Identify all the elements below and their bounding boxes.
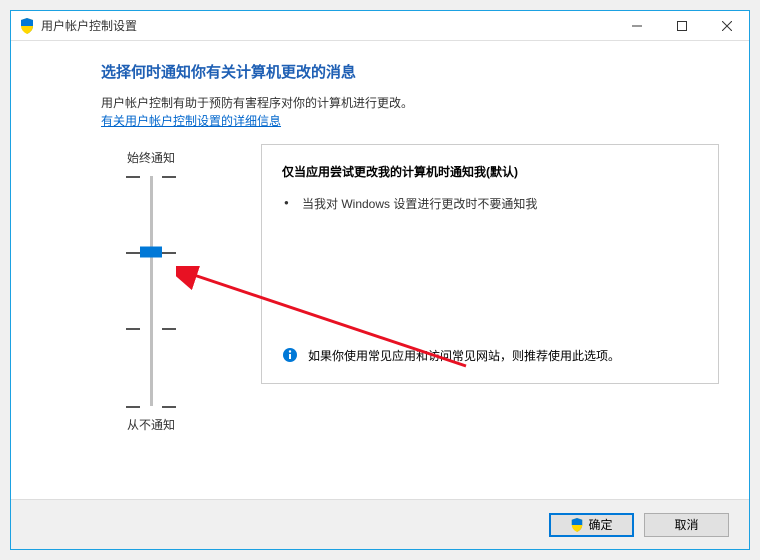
footer: 确定 取消: [11, 499, 749, 549]
minimize-button[interactable]: [614, 11, 659, 41]
slider-label-never: 从不通知: [127, 416, 175, 433]
slider-thumb[interactable]: [140, 246, 162, 257]
slider-column: 始终通知 从不通知: [101, 144, 201, 438]
maximize-button[interactable]: [659, 11, 704, 41]
detail-list: 当我对 Windows 设置进行更改时不要通知我: [282, 195, 698, 214]
detail-title: 仅当应用尝试更改我的计算机时通知我(默认): [282, 163, 698, 180]
slider-tick: [126, 328, 176, 330]
detail-panel: 仅当应用尝试更改我的计算机时通知我(默认) 当我对 Windows 设置进行更改…: [261, 144, 719, 384]
shield-icon: [19, 18, 35, 34]
titlebar: 用户帐户控制设置: [11, 11, 749, 41]
slider-label-always: 始终通知: [127, 149, 175, 166]
detail-item: 当我对 Windows 设置进行更改时不要通知我: [302, 195, 698, 214]
slider-tick: [126, 406, 176, 408]
recommendation-text: 如果你使用常见应用和访问常见网站，则推荐使用此选项。: [308, 347, 620, 365]
recommendation-row: 如果你使用常见应用和访问常见网站，则推荐使用此选项。: [282, 347, 698, 365]
uac-settings-window: 用户帐户控制设置 选择何时通知你有关计算机更改的消息 用户帐户控制有助于预防有害…: [10, 10, 750, 550]
content-area: 选择何时通知你有关计算机更改的消息 用户帐户控制有助于预防有害程序对你的计算机进…: [11, 41, 749, 499]
more-info-link[interactable]: 有关用户帐户控制设置的详细信息: [101, 114, 281, 128]
slider-tick: [126, 176, 176, 178]
slider-track-container: [116, 171, 186, 411]
info-icon: [282, 347, 298, 363]
description-text: 用户帐户控制有助于预防有害程序对你的计算机进行更改。: [101, 94, 719, 112]
ok-button-label: 确定: [588, 516, 612, 533]
slider-track[interactable]: [150, 176, 153, 406]
shield-icon: [570, 518, 584, 532]
ok-button[interactable]: 确定: [549, 513, 634, 537]
window-controls: [614, 11, 749, 41]
slider-area: 始终通知 从不通知 仅当应用尝试更改我的计算机时通知我(默认) 当我对 Win: [101, 144, 719, 438]
cancel-button[interactable]: 取消: [644, 513, 729, 537]
cancel-button-label: 取消: [674, 516, 698, 533]
close-button[interactable]: [704, 11, 749, 41]
window-title: 用户帐户控制设置: [41, 17, 614, 34]
page-heading: 选择何时通知你有关计算机更改的消息: [101, 61, 719, 82]
